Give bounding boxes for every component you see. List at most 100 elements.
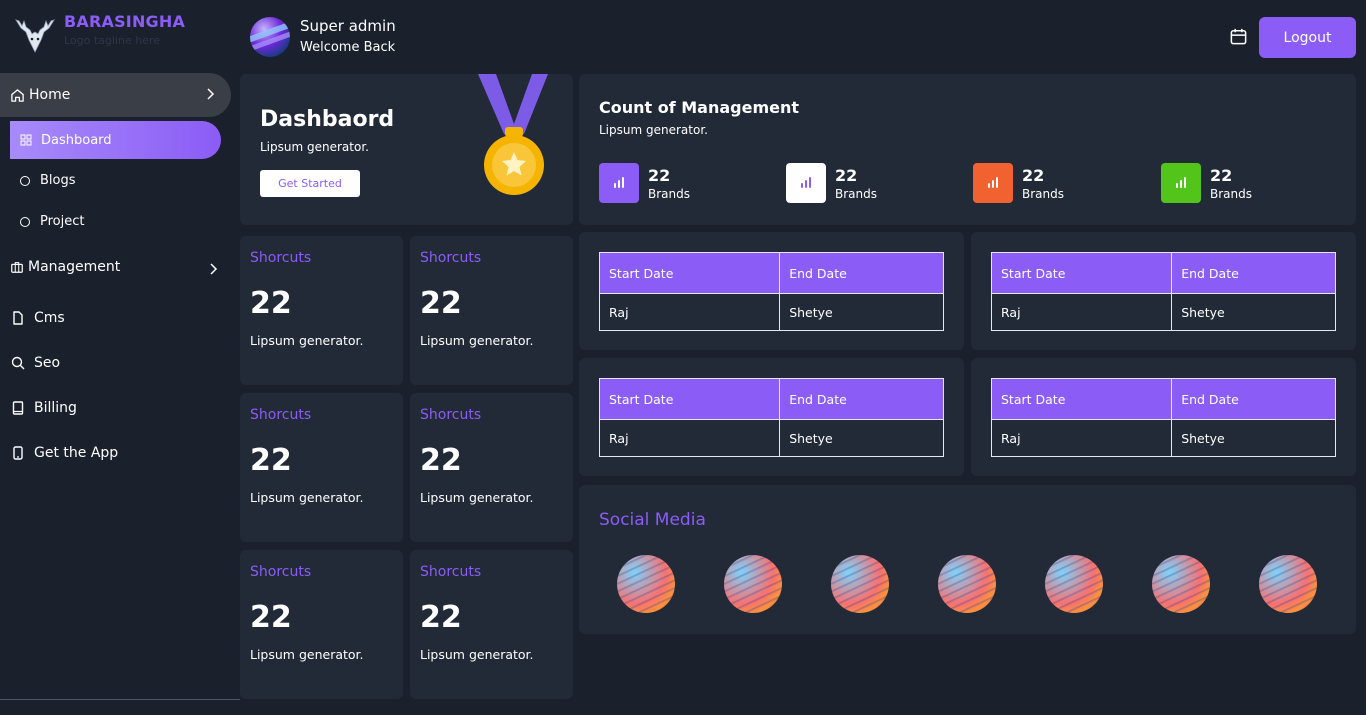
social-media-card: Social Media: [579, 485, 1356, 634]
stat-value: 22: [648, 165, 671, 185]
user-name: Super admin: [300, 17, 396, 35]
social-title: Social Media: [599, 510, 706, 530]
logout-button[interactable]: Logout: [1259, 17, 1356, 58]
table-header-cell: End Date: [779, 252, 944, 294]
social-avatar[interactable]: [831, 555, 889, 613]
shortcut-card[interactable]: Shorcuts 22 Lipsum generator.: [410, 393, 573, 542]
table-header-cell: End Date: [1171, 378, 1336, 420]
sidebar-item-seo[interactable]: Seo: [10, 355, 60, 371]
logo[interactable]: BARASINGHA Logo tagline here: [12, 12, 185, 54]
table-card: Start Date End Date Raj Shetye: [579, 232, 964, 350]
bar-chart-icon: [973, 163, 1013, 203]
shortcut-card[interactable]: Shorcuts 22 Lipsum generator.: [240, 393, 403, 542]
shortcut-value: 22: [250, 443, 292, 478]
sidebar-item-label: Dashboard: [41, 132, 112, 148]
table-cell: Raj: [598, 419, 781, 457]
sidebar: BARASINGHA Logo tagline here Home Dashbo…: [0, 0, 240, 700]
stat-label: Brands: [835, 186, 877, 201]
table-cell: Shetye: [779, 293, 944, 331]
stat-label: Brands: [648, 186, 690, 201]
table-cell: Raj: [990, 293, 1173, 331]
table-row: Raj Shetye: [990, 419, 1336, 457]
social-avatar[interactable]: [938, 555, 996, 613]
sidebar-item-label: Home: [29, 87, 71, 103]
shortcut-desc: Lipsum generator.: [250, 647, 364, 662]
social-avatar[interactable]: [1259, 555, 1317, 613]
circle-icon: [20, 175, 30, 186]
shortcut-value: 22: [250, 286, 292, 321]
avatar[interactable]: [250, 17, 290, 57]
sidebar-item-project[interactable]: Project: [20, 214, 84, 229]
social-avatar[interactable]: [1152, 555, 1210, 613]
get-started-button[interactable]: Get Started: [260, 170, 360, 197]
chevron-right-icon: [207, 88, 215, 100]
shortcut-desc: Lipsum generator.: [420, 490, 534, 505]
table-row: Raj Shetye: [598, 419, 944, 457]
sidebar-item-get-the-app[interactable]: Get the App: [10, 445, 118, 461]
sidebar-item-dashboard[interactable]: Dashboard: [10, 121, 221, 159]
stat-item: 22 Brands: [599, 163, 690, 203]
book-icon: [12, 401, 24, 415]
deer-logo-icon: [15, 19, 55, 53]
welcome-card: Dashbaord Lipsum generator. Get Started: [240, 74, 573, 225]
table-card: Start Date End Date Raj Shetye: [971, 232, 1356, 350]
sidebar-item-label: Cms: [34, 310, 65, 326]
circle-icon: [20, 216, 30, 227]
shortcut-label: Shorcuts: [420, 564, 482, 580]
stat-label: Brands: [1210, 186, 1252, 201]
sidebar-item-label: Get the App: [34, 445, 119, 461]
table-header-row: Start Date End Date: [598, 378, 944, 420]
table-header-cell: Start Date: [598, 378, 781, 420]
table-header-row: Start Date End Date: [598, 252, 944, 294]
table-row: Raj Shetye: [990, 293, 1336, 331]
sidebar-item-billing[interactable]: Billing: [10, 400, 77, 416]
social-avatar[interactable]: [724, 555, 782, 613]
welcome-title: Dashbaord: [260, 107, 395, 132]
shortcut-desc: Lipsum generator.: [250, 333, 364, 348]
shortcut-card[interactable]: Shorcuts 22 Lipsum generator.: [240, 550, 403, 699]
table-card: Start Date End Date Raj Shetye: [579, 358, 964, 476]
shortcut-desc: Lipsum generator.: [420, 333, 534, 348]
count-subtitle: Lipsum generator.: [599, 123, 708, 137]
medal-icon: [478, 74, 548, 195]
shortcut-label: Shorcuts: [250, 250, 312, 266]
date-table: Start Date End Date Raj Shetye: [990, 252, 1336, 331]
social-avatar[interactable]: [1045, 555, 1103, 613]
stat-item: 22 Brands: [973, 163, 1064, 203]
shortcut-card[interactable]: Shorcuts 22 Lipsum generator.: [240, 236, 403, 385]
calendar-icon[interactable]: [1229, 27, 1248, 46]
bar-chart-icon: [786, 163, 826, 203]
table-row: Raj Shetye: [598, 293, 944, 331]
table-cell: Raj: [990, 419, 1173, 457]
sidebar-item-management[interactable]: Management: [10, 259, 220, 275]
table-header-cell: Start Date: [598, 252, 781, 294]
table-cell: Shetye: [779, 419, 944, 457]
sidebar-item-label: Management: [28, 259, 121, 275]
phone-icon: [13, 446, 23, 460]
sidebar-item-blogs[interactable]: Blogs: [20, 173, 76, 188]
shortcut-value: 22: [420, 600, 462, 635]
sidebar-item-label: Blogs: [40, 173, 76, 188]
brand-tagline: Logo tagline here: [64, 34, 161, 47]
shortcut-card[interactable]: Shorcuts 22 Lipsum generator.: [410, 236, 573, 385]
social-avatar[interactable]: [617, 555, 675, 613]
table-header-cell: End Date: [779, 378, 944, 420]
table-header-row: Start Date End Date: [990, 252, 1336, 294]
shortcut-label: Shorcuts: [250, 564, 312, 580]
grid-icon: [20, 134, 32, 146]
welcome-subtitle: Lipsum generator.: [260, 140, 369, 154]
sidebar-item-label: Seo: [34, 355, 61, 371]
shortcut-label: Shorcuts: [420, 250, 482, 266]
briefcase-icon: [11, 262, 23, 273]
sidebar-item-home[interactable]: Home: [0, 73, 231, 117]
table-header-cell: Start Date: [990, 252, 1173, 294]
chevron-right-icon: [210, 263, 218, 275]
table-header-cell: Start Date: [990, 378, 1173, 420]
date-table: Start Date End Date Raj Shetye: [598, 378, 944, 457]
count-management-card: Count of Management Lipsum generator. 22…: [579, 74, 1356, 225]
shortcut-label: Shorcuts: [250, 407, 312, 423]
table-cell: Shetye: [1171, 293, 1336, 331]
sidebar-item-cms[interactable]: Cms: [10, 310, 65, 326]
shortcut-card[interactable]: Shorcuts 22 Lipsum generator.: [410, 550, 573, 699]
stat-value: 22: [835, 165, 858, 185]
